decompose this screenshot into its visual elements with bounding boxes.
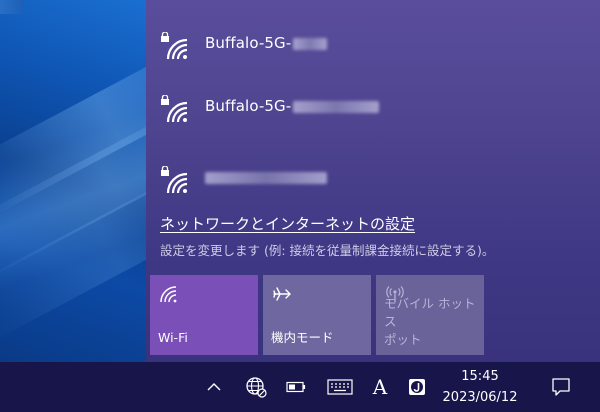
taskbar-clock[interactable]: 15:45 2023/06/12 bbox=[440, 366, 520, 408]
ime-mode-indicator[interactable]: A bbox=[366, 362, 394, 412]
network-settings-link[interactable]: ネットワークとインターネットの設定 bbox=[160, 213, 415, 234]
redacted-ssid-part bbox=[293, 37, 328, 50]
app-j-icon bbox=[409, 379, 425, 395]
redacted-ssid-part bbox=[205, 171, 327, 184]
secured-wifi-icon bbox=[161, 32, 188, 60]
battery-icon bbox=[286, 381, 306, 393]
tile-label: 機内モード bbox=[271, 330, 334, 345]
chevron-up-icon bbox=[207, 383, 221, 391]
network-settings-description: 設定を変更します (例: 接続を従量制課金接続に設定する)。 bbox=[160, 243, 495, 258]
wifi-icon bbox=[160, 286, 177, 303]
network-tray-button[interactable] bbox=[240, 362, 272, 412]
tile-label: モバイル ホットス ポット bbox=[384, 296, 476, 347]
network-flyout: Buffalo-5G- Buffalo-5G- ネットワークとインターネットの設… bbox=[146, 0, 600, 362]
secured-wifi-icon bbox=[161, 95, 188, 123]
airplane-icon bbox=[273, 287, 291, 301]
network-item[interactable] bbox=[146, 160, 600, 220]
battery-tray-button[interactable] bbox=[282, 362, 310, 412]
action-center-button[interactable] bbox=[544, 362, 578, 412]
clock-time: 15:45 bbox=[461, 369, 499, 384]
tile-label: Wi-Fi bbox=[158, 330, 188, 345]
mobile-hotspot-tile[interactable]: モバイル ホットス ポット bbox=[376, 275, 484, 355]
notification-icon bbox=[552, 378, 570, 396]
app-tray-button[interactable] bbox=[404, 362, 430, 412]
network-ssid bbox=[205, 168, 327, 186]
network-item[interactable]: Buffalo-5G- bbox=[146, 89, 600, 149]
desktop-wallpaper bbox=[0, 0, 146, 362]
network-ssid: Buffalo-5G- bbox=[205, 97, 380, 115]
desktop-icon-fragment bbox=[0, 0, 24, 14]
redacted-ssid-part bbox=[293, 100, 380, 113]
network-ssid: Buffalo-5G- bbox=[205, 34, 328, 52]
taskbar: A 15:45 2023/06/12 bbox=[0, 362, 600, 412]
show-hidden-icons-button[interactable] bbox=[200, 362, 228, 412]
secured-wifi-icon bbox=[161, 166, 188, 194]
globe-network-icon bbox=[246, 377, 267, 398]
touch-keyboard-button[interactable] bbox=[324, 362, 356, 412]
clock-date: 2023/06/12 bbox=[442, 390, 518, 405]
keyboard-icon bbox=[327, 379, 353, 395]
airplane-mode-tile[interactable]: 機内モード bbox=[263, 275, 371, 355]
wifi-toggle-tile[interactable]: Wi-Fi bbox=[150, 275, 258, 355]
ime-a-icon: A bbox=[372, 375, 388, 399]
network-item[interactable]: Buffalo-5G- bbox=[146, 26, 600, 86]
